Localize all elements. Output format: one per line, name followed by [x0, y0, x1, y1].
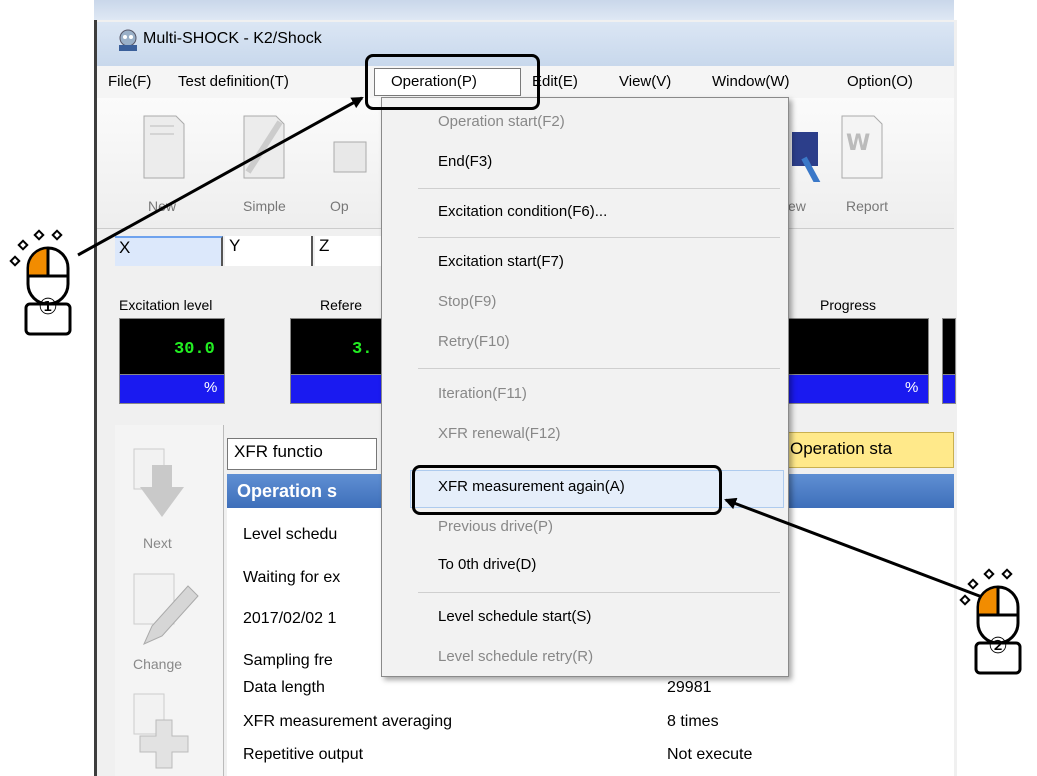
mouse-click-icon — [9, 229, 72, 336]
arrow-to-operation-menu — [77, 96, 364, 257]
arrow-to-xfr-measurement — [724, 497, 991, 602]
callout-arrows — [77, 96, 991, 602]
step-2-label: ② — [988, 633, 1008, 658]
step-1-label: ① — [38, 294, 58, 319]
mouse-click-icon — [959, 568, 1022, 675]
